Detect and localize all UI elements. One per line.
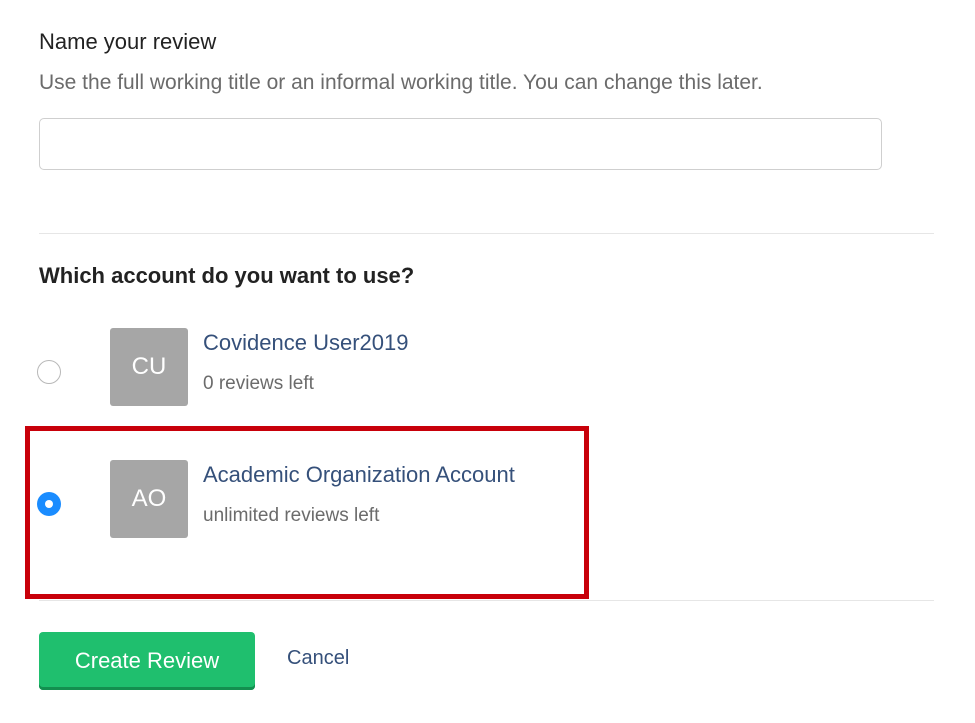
account-option-academic-organization[interactable]: AO Academic Organization Account unlimit… [30, 428, 586, 578]
review-name-help: Use the full working title or an informa… [39, 71, 763, 94]
avatar: AO [110, 460, 188, 538]
account-name[interactable]: Covidence User2019 [203, 330, 408, 356]
review-name-input[interactable] [39, 118, 882, 170]
account-name[interactable]: Academic Organization Account [203, 462, 515, 488]
section-divider [39, 233, 934, 234]
avatar: CU [110, 328, 188, 406]
review-name-label: Name your review [39, 29, 217, 54]
radio-unselected[interactable] [37, 360, 61, 384]
avatar-initials: AO [131, 485, 167, 512]
account-question: Which account do you want to use? [39, 263, 415, 288]
reviews-left: 0 reviews left [203, 373, 314, 394]
account-option-covidence-user[interactable]: CU Covidence User2019 0 reviews left [30, 310, 586, 430]
create-review-button[interactable]: Create Review [39, 632, 255, 690]
section-divider [39, 600, 934, 601]
reviews-left: unlimited reviews left [203, 505, 380, 526]
avatar-initials: CU [131, 353, 167, 380]
create-review-form: Name your review Use the full working ti… [0, 0, 975, 723]
cancel-link[interactable]: Cancel [287, 647, 349, 670]
radio-selected[interactable] [37, 492, 61, 516]
